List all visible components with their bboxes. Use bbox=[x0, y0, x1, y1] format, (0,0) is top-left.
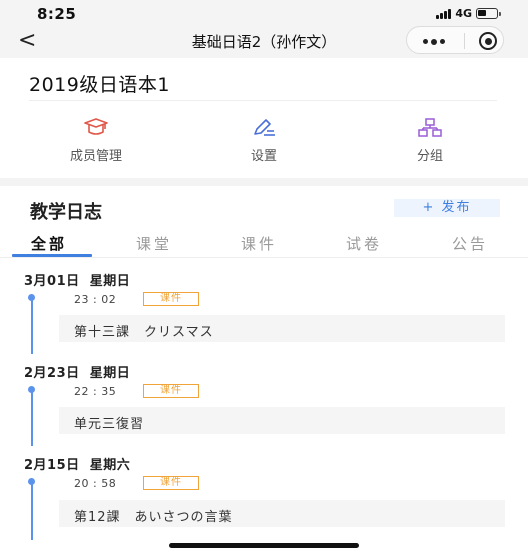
battery-icon bbox=[476, 8, 501, 19]
divider bbox=[29, 100, 497, 101]
tab-all[interactable]: 全部 bbox=[31, 233, 67, 254]
nav-bar: < 基础日语2（孙作文） bbox=[0, 26, 528, 58]
entry-title: 第12課 あいさつの言葉 bbox=[74, 510, 233, 525]
menu-item-members[interactable]: 成员管理 bbox=[46, 118, 146, 164]
signal-icon bbox=[436, 8, 452, 19]
date-heading: 2月15日 星期六 bbox=[24, 454, 130, 473]
status-bar: 8:25 4G bbox=[0, 0, 528, 26]
log-entry-card[interactable]: 第十三課 クリスマス bbox=[59, 315, 505, 342]
entry-time: 20 : 58 bbox=[74, 477, 117, 490]
miniprogram-capsule bbox=[406, 26, 504, 54]
capsule-divider bbox=[464, 33, 465, 49]
tab-class[interactable]: 课堂 bbox=[136, 233, 172, 254]
more-dots-icon[interactable] bbox=[423, 38, 445, 45]
tab-notice[interactable]: 公告 bbox=[452, 233, 488, 254]
section-title: 教学日志 bbox=[30, 202, 102, 223]
group-tree-icon bbox=[418, 118, 442, 137]
log-entry-card[interactable]: 单元三復習 bbox=[59, 407, 505, 434]
menu-label-groups: 分组 bbox=[416, 149, 443, 164]
tab-exam[interactable]: 试卷 bbox=[346, 233, 382, 254]
type-tag: 课件 bbox=[143, 384, 199, 398]
timeline-line bbox=[31, 484, 33, 540]
timeline-line bbox=[31, 300, 33, 354]
type-tag: 课件 bbox=[143, 292, 199, 306]
status-time: 8:25 bbox=[37, 5, 77, 23]
weekday-text: 星期日 bbox=[89, 274, 131, 289]
tabs-divider bbox=[0, 257, 528, 258]
class-name: 2019级日语本1 bbox=[29, 74, 170, 96]
publish-button[interactable]: + 发布 bbox=[394, 199, 500, 217]
date-heading: 2月23日 星期日 bbox=[24, 362, 130, 381]
timeline-line bbox=[31, 392, 33, 446]
date-text: 2月15日 bbox=[24, 458, 80, 473]
date-heading: 3月01日 星期日 bbox=[24, 270, 130, 289]
home-indicator[interactable] bbox=[169, 543, 359, 548]
date-text: 3月01日 bbox=[24, 274, 80, 289]
menu-label-settings: 设置 bbox=[250, 149, 277, 164]
status-indicators: 4G bbox=[436, 7, 501, 20]
weekday-text: 星期日 bbox=[89, 366, 131, 381]
tab-bar: 全部 课堂 课件 试卷 公告 bbox=[0, 231, 528, 257]
network-type: 4G bbox=[455, 7, 472, 20]
pencil-ruler-icon bbox=[254, 119, 275, 136]
target-circle-icon[interactable] bbox=[479, 32, 497, 50]
menu-label-members: 成员管理 bbox=[69, 149, 122, 164]
entry-title: 第十三課 クリスマス bbox=[74, 325, 214, 340]
graduation-cap-icon bbox=[84, 118, 108, 135]
date-text: 2月23日 bbox=[24, 366, 80, 381]
entry-time: 22 : 35 bbox=[74, 385, 117, 398]
section-separator bbox=[0, 178, 528, 186]
tab-courseware[interactable]: 课件 bbox=[241, 233, 277, 254]
menu-item-groups[interactable]: 分组 bbox=[380, 118, 480, 164]
entry-time: 23 : 02 bbox=[74, 293, 117, 306]
weekday-text: 星期六 bbox=[89, 458, 131, 473]
entry-title: 单元三復習 bbox=[74, 417, 145, 432]
log-entry-card[interactable]: 第12課 あいさつの言葉 bbox=[59, 500, 505, 527]
type-tag: 课件 bbox=[143, 476, 199, 490]
menu-item-settings[interactable]: 设置 bbox=[214, 118, 314, 164]
